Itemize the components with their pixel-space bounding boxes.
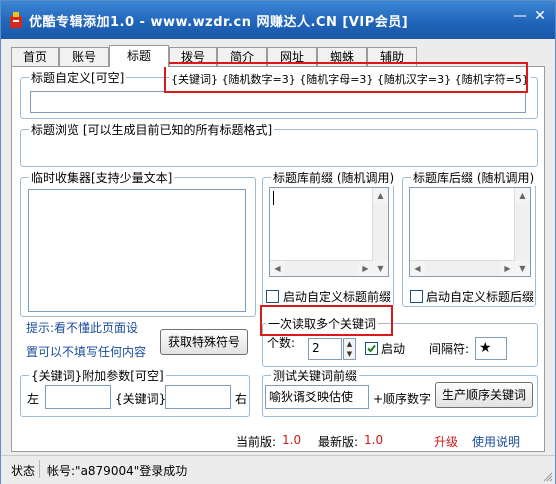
suffix-lib-group: 标题库后缀 (随机调用) ▲ ▼ ◀ ▶ 启动自定义标题后缀	[402, 169, 537, 307]
separator-label: 间隔符:	[429, 342, 470, 356]
multi-keyword-enable-label: 启动	[381, 342, 406, 356]
scroll-right-icon[interactable]: ▶	[358, 261, 373, 276]
multi-keyword-enable-checkbox[interactable]	[365, 342, 378, 355]
prefix-vertical-scrollbar[interactable]: ▲ ▼	[372, 188, 388, 276]
prefix-enable-checkbox[interactable]	[266, 290, 279, 303]
suffix-lib-legend: 标题库后缀 (随机调用)	[411, 169, 537, 186]
app-logo-icon	[10, 12, 22, 28]
text-cursor	[273, 191, 274, 205]
upgrade-link[interactable]: 升级	[434, 433, 458, 450]
scroll-right-icon[interactable]: ▶	[500, 261, 515, 276]
scroll-up-icon[interactable]: ▲	[373, 188, 388, 203]
right-label: 右	[235, 392, 248, 406]
suffix-lib-textarea[interactable]: ▲ ▼ ◀ ▶	[409, 187, 531, 277]
current-version-value: 1.0	[282, 433, 302, 447]
scroll-up-icon[interactable]: ▲	[515, 188, 530, 203]
suffix-horizontal-scrollbar[interactable]: ◀ ▶	[410, 260, 515, 276]
scroll-down-icon[interactable]: ▼	[373, 261, 388, 276]
prefix-horizontal-scrollbar[interactable]: ◀ ▶	[270, 260, 373, 276]
window-title: 优酷专辑添加1.0 - www.wzdr.cn 网赚达人.CN [VIP会员]	[29, 15, 409, 30]
test-prefix-legend: 测试关键词前缀	[271, 367, 360, 384]
test-prefix-group: 测试关键词前缀 喻狄谞爻映估使 +顺序数字 生产顺序关键词	[262, 367, 538, 417]
keyword-placeholder-label: {关键词}	[115, 392, 167, 406]
right-param-input[interactable]	[165, 385, 231, 409]
prefix-lib-textarea[interactable]: ▲ ▼ ◀ ▶	[269, 187, 389, 277]
separator-input[interactable]: ★	[475, 337, 507, 360]
count-label: 个数:	[267, 336, 296, 350]
left-label: 左	[27, 392, 40, 406]
status-message: 帐号:"a879004"登录成功	[47, 464, 188, 478]
tab-panel-title: 标题自定义[可空] {关键词} {随机数字=3} {随机字母=3} {随机汉字=…	[11, 62, 545, 452]
status-divider	[39, 460, 40, 478]
left-param-input[interactable]	[45, 385, 111, 409]
latest-version-value: 1.0	[364, 433, 384, 447]
keyword-params-legend: {关键词}附加参数[可空]	[29, 367, 166, 384]
generate-keywords-button[interactable]: 生产顺序关键词	[435, 382, 533, 408]
highlight-box-hint	[164, 62, 528, 93]
tab-home[interactable]: 首页	[11, 47, 59, 66]
app-window: 优酷专辑添加1.0 - www.wzdr.cn 网赚达人.CN [VIP会员] …	[0, 0, 556, 484]
test-prefix-input[interactable]: 喻狄谞爻映估使	[265, 385, 369, 409]
suffix-enable-checkbox[interactable]	[410, 290, 423, 303]
spin-down-icon[interactable]: ▼	[344, 349, 355, 359]
keyword-params-group: {关键词}附加参数[可空] 左 {关键词} 右	[20, 367, 250, 417]
scroll-left-icon[interactable]: ◀	[270, 261, 285, 276]
tip-line-1: 提示:看不懂此页面设	[26, 321, 139, 335]
title-preview-group: 标题浏览 [可以生成目前已知的所有标题格式]	[20, 121, 538, 167]
count-spinner[interactable]: ▲ ▼	[343, 338, 356, 360]
spin-up-icon[interactable]: ▲	[344, 339, 355, 349]
prefix-lib-legend: 标题库前缀 (随机调用)	[271, 169, 397, 186]
title-custom-legend: 标题自定义[可空]	[29, 69, 127, 86]
scroll-down-icon[interactable]: ▼	[515, 261, 530, 276]
latest-version-label: 最新版:	[318, 435, 359, 449]
highlight-box-multi-keyword	[260, 305, 393, 336]
current-version-label: 当前版:	[236, 435, 277, 449]
minimize-button[interactable]: —	[509, 7, 531, 25]
title-preview-legend: 标题浏览 [可以生成目前已知的所有标题格式]	[29, 121, 275, 138]
status-label: 状态	[11, 464, 36, 478]
temp-collector-group: 临时收集器[支持少量文本]	[20, 169, 256, 317]
suffix-enable-label: 启动自定义标题后缀	[426, 290, 535, 304]
title-custom-input[interactable]	[30, 91, 526, 113]
resize-grip-icon[interactable]	[541, 470, 553, 482]
status-bar: 状态 帐号:"a879004"登录成功	[1, 455, 555, 484]
temp-collector-legend: 临时收集器[支持少量文本]	[29, 169, 175, 186]
scroll-left-icon[interactable]: ◀	[410, 261, 425, 276]
prefix-enable-label: 启动自定义标题前缀	[283, 290, 392, 304]
title-bar[interactable]: 优酷专辑添加1.0 - www.wzdr.cn 网赚达人.CN [VIP会员] …	[1, 1, 555, 39]
help-link[interactable]: 使用说明	[472, 433, 520, 450]
tab-account[interactable]: 账号	[59, 47, 109, 66]
order-number-label: +顺序数字	[373, 392, 432, 406]
get-special-symbols-button[interactable]: 获取特殊符号	[160, 329, 248, 355]
close-icon: ✕	[534, 8, 546, 24]
prefix-lib-group: 标题库前缀 (随机调用) ▲ ▼ ◀ ▶ 启动自定义标题前缀	[262, 169, 397, 307]
count-input[interactable]: 2	[308, 338, 342, 360]
check-icon	[367, 344, 376, 353]
suffix-vertical-scrollbar[interactable]: ▲ ▼	[514, 188, 530, 276]
temp-collector-textarea[interactable]	[28, 189, 246, 312]
tab-title[interactable]: 标题	[109, 45, 169, 67]
tip-line-2: 置可以不填写任何内容	[26, 345, 147, 359]
minimize-icon: —	[513, 8, 527, 24]
close-button[interactable]: ✕	[529, 7, 551, 25]
